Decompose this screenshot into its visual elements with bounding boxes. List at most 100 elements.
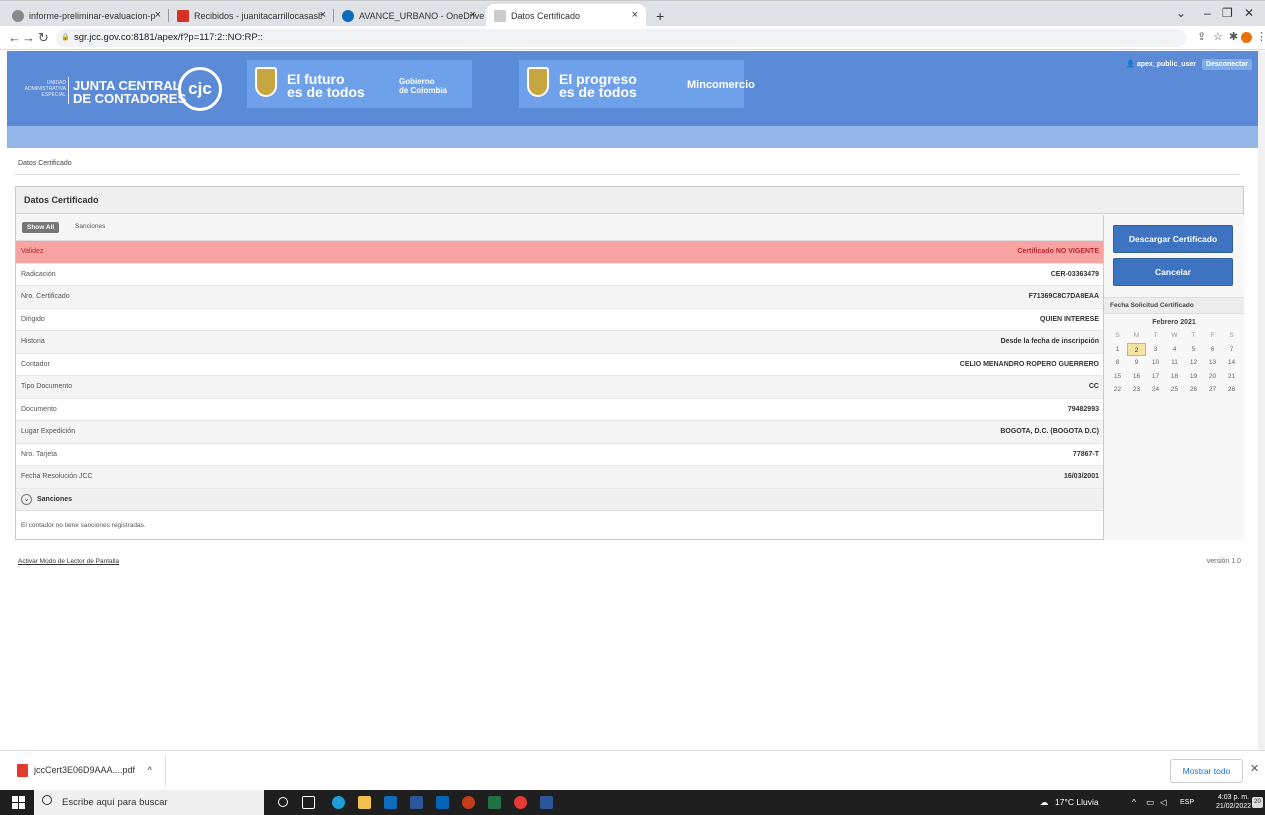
taskbar-search-input[interactable]: Escribe aquí para buscar [34,790,264,815]
calendar-day[interactable]: 28 [1222,383,1241,397]
sanciones-tab[interactable]: Sanciones [75,223,105,230]
close-downloads-icon[interactable]: ✕ [1250,762,1259,775]
minimize-icon[interactable]: – [1204,6,1211,20]
colombia-shield-icon [255,67,277,97]
close-tab-icon[interactable]: × [470,9,476,21]
cortana-icon[interactable] [278,797,288,807]
sanciones-toggle[interactable]: ⌄ Sanciones [16,488,1103,511]
browser-tab[interactable]: informe-preliminar-evaluacion-p × [4,4,169,27]
calendar-weekday: M [1133,332,1140,339]
cancel-button[interactable]: Cancelar [1113,258,1233,286]
nav-bar [7,126,1258,148]
search-icon [42,795,52,805]
close-tab-icon[interactable]: × [320,9,326,21]
language-indicator[interactable]: ESP [1180,790,1194,815]
close-window-icon[interactable]: ✕ [1244,6,1254,20]
url-input[interactable]: sgr.jcc.gov.co:8181/apex/f?p=117:2::NO:R… [56,29,1186,47]
excel-icon[interactable] [488,796,501,809]
screen-reader-link[interactable]: Activar Modo de Lector de Pantalla [18,558,119,565]
extensions-icon[interactable]: ✱ [1229,30,1238,43]
user-icon: 👤 [1126,61,1135,68]
share-icon[interactable]: ⇪ [1197,30,1206,43]
calendar-day[interactable]: 22 [1108,383,1127,397]
calendar-day[interactable]: 5 [1184,343,1203,357]
calendar-day[interactable]: 7 [1222,343,1241,357]
weather-text[interactable]: 17°C Lluvia [1055,790,1099,815]
profile-avatar[interactable] [1241,32,1252,43]
calendar-day[interactable]: 16 [1127,370,1146,384]
weather-icon[interactable]: ☁ [1040,790,1049,815]
notification-icon[interactable]: 20 [1252,797,1263,808]
store-icon[interactable] [384,796,397,809]
calendar-title: Fecha Solicitud Certificado [1104,297,1244,314]
close-tab-icon[interactable]: × [155,9,161,21]
new-tab-button[interactable]: + [648,4,672,27]
page-icon [494,9,506,22]
acrobat-icon[interactable] [540,796,553,809]
calendar-day[interactable]: 9 [1127,356,1146,370]
star-icon[interactable]: ☆ [1213,30,1223,43]
close-tab-icon[interactable]: × [632,9,638,21]
network-icon[interactable]: ▭ [1146,790,1154,815]
reload-icon[interactable]: ↻ [38,30,49,46]
jcc-logo[interactable]: UNIDAD ADMINISTRATIVA ESPECIAL JUNTA CEN… [11,65,236,113]
gov-banner-2: El progreso es de todos Mincomercio [519,60,755,108]
chevron-up-tray-icon[interactable]: ^ [1132,790,1136,815]
restore-icon[interactable]: ❐ [1222,6,1233,20]
browser-tab[interactable]: Recibidos - juanitacarrillocasasb × [169,4,334,27]
calendar-day[interactable]: 10 [1146,356,1165,370]
chevron-up-icon[interactable]: ^ [148,765,152,775]
windows-start-icon[interactable] [12,796,25,809]
clock[interactable]: 4:03 p. m. 21/02/2022 [1216,793,1251,811]
file-explorer-icon[interactable] [358,796,371,809]
calendar-day[interactable]: 15 [1108,370,1127,384]
username: apex_public_user [1136,61,1197,68]
colombia-shield-icon [527,67,549,97]
certificate-details: Show All Sanciones Validez Certificado NO… [16,215,1104,540]
calendar-day[interactable]: 19 [1184,370,1203,384]
calendar-day[interactable]: 13 [1203,356,1222,370]
calendar-day[interactable]: 4 [1165,343,1184,357]
calendar-day[interactable]: 27 [1203,383,1222,397]
chevron-down-icon[interactable]: ⌄ [1176,6,1186,20]
panel-title: Datos Certificado [16,187,1243,214]
download-certificate-button[interactable]: Descargar Certificado [1113,225,1233,253]
edge-icon[interactable] [332,796,345,809]
calendar-day[interactable]: 25 [1165,383,1184,397]
calendar-day[interactable]: 8 [1108,356,1127,370]
calendar-day[interactable]: 18 [1165,370,1184,384]
gov-banner-1: El futuro es de todos Gobierno de Colombia [247,60,472,108]
pdf-icon [17,764,28,777]
calendar-day[interactable]: 6 [1203,343,1222,357]
download-item[interactable]: jccCert3E06D9AAA....pdf ^ [12,759,162,783]
back-icon[interactable]: ← [8,30,21,45]
calendar-day[interactable]: 3 [1146,343,1165,357]
show-all-downloads-button[interactable]: Mostrar todo [1170,759,1243,783]
calendar-day[interactable]: 11 [1165,356,1184,370]
calendar-day[interactable]: 1 [1108,343,1127,357]
chrome-taskbar-icon[interactable] [514,796,527,809]
calendar-day[interactable]: 20 [1203,370,1222,384]
logout-button[interactable]: Desconectar [1201,59,1252,70]
calendar-day[interactable]: 2 [1127,342,1146,356]
calendar-day[interactable]: 14 [1222,356,1241,370]
outlook-icon[interactable] [436,796,449,809]
page-scrollbar[interactable] [1258,51,1265,750]
calendar-day[interactable]: 23 [1127,383,1146,397]
calendar-day[interactable]: 12 [1184,356,1203,370]
calendar-day[interactable]: 17 [1146,370,1165,384]
volume-icon[interactable]: ◁ [1160,790,1167,815]
show-all-tab[interactable]: Show All [22,222,60,233]
browser-tab-active[interactable]: Datos Certificado × [486,4,646,27]
forward-icon[interactable]: → [22,30,35,45]
browser-tab[interactable]: AVANCE_URBANO - OneDrive × [334,4,484,27]
detail-row: Nro. Certificado F71369C8C7DA8EAA [16,286,1103,309]
calendar-day[interactable]: 26 [1184,383,1203,397]
word-icon[interactable] [410,796,423,809]
calendar-day[interactable]: 21 [1222,370,1241,384]
powerpoint-icon[interactable] [462,796,475,809]
app-version: versión 1.0 [1206,558,1241,565]
menu-icon[interactable]: ⋮ [1256,30,1265,43]
calendar-day[interactable]: 24 [1146,383,1165,397]
task-view-icon[interactable] [302,796,315,809]
